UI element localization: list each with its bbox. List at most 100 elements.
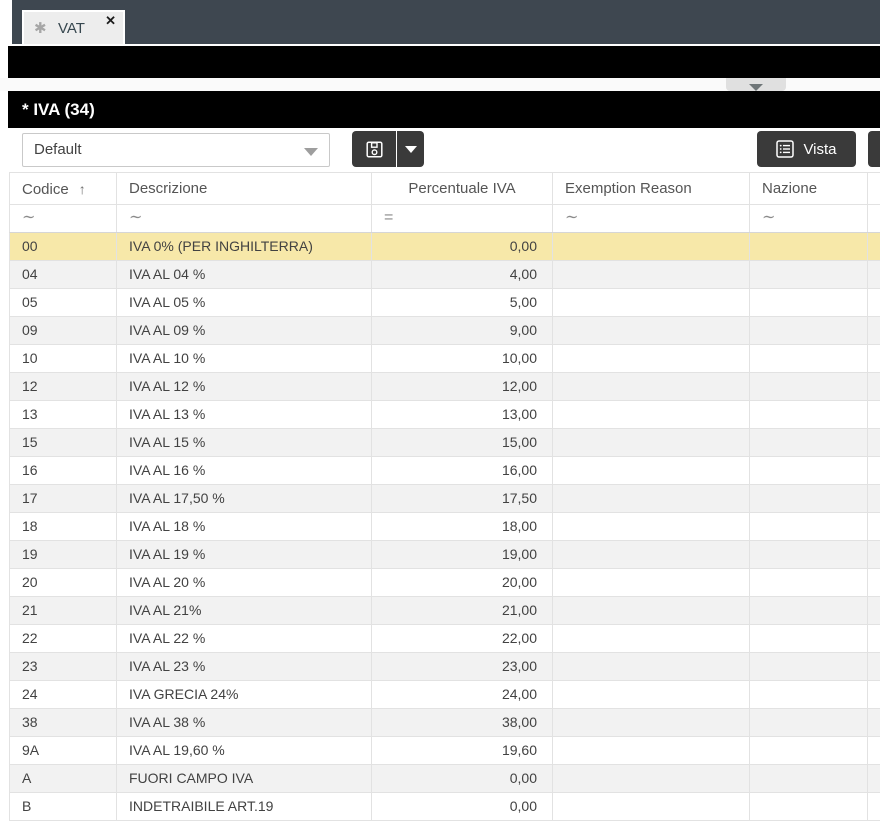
cell-percentuale-iva[interactable]: 24,00 (372, 681, 553, 708)
cell-nazione[interactable] (750, 401, 868, 428)
cell-exemption-reason[interactable] (553, 541, 750, 568)
table-row[interactable]: BINDETRAIBILE ART.190,00 (9, 793, 880, 821)
cell-descrizione[interactable]: INDETRAIBILE ART.19 (117, 793, 372, 820)
cell-descrizione[interactable]: IVA AL 21% (117, 597, 372, 624)
cell-exemption-reason[interactable] (553, 569, 750, 596)
view-selector[interactable]: Default (22, 133, 330, 167)
cell-exemption-reason[interactable] (553, 625, 750, 652)
cell-descrizione[interactable]: IVA AL 38 % (117, 709, 372, 736)
cell-exemption-reason[interactable] (553, 289, 750, 316)
cell-descrizione[interactable]: IVA AL 12 % (117, 373, 372, 400)
cell-exemption-reason[interactable] (553, 317, 750, 344)
cell-codice[interactable]: 24 (10, 681, 117, 708)
table-row[interactable]: 09IVA AL 09 %9,00 (9, 317, 880, 345)
cell-nazione[interactable] (750, 317, 868, 344)
cell-exemption-reason[interactable] (553, 793, 750, 820)
cell-percentuale-iva[interactable]: 38,00 (372, 709, 553, 736)
cell-codice[interactable]: A (10, 765, 117, 792)
cell-exemption-reason[interactable] (553, 345, 750, 372)
table-row[interactable]: 21IVA AL 21%21,00 (9, 597, 880, 625)
cell-descrizione[interactable]: IVA AL 20 % (117, 569, 372, 596)
cell-codice[interactable]: 05 (10, 289, 117, 316)
cell-percentuale-iva[interactable]: 5,00 (372, 289, 553, 316)
cell-descrizione[interactable]: IVA AL 19 % (117, 541, 372, 568)
cell-nazione[interactable] (750, 429, 868, 456)
cell-descrizione[interactable]: IVA AL 22 % (117, 625, 372, 652)
cell-codice[interactable]: 23 (10, 653, 117, 680)
cell-codice[interactable]: 18 (10, 513, 117, 540)
cell-codice[interactable]: 15 (10, 429, 117, 456)
table-row[interactable]: 20IVA AL 20 %20,00 (9, 569, 880, 597)
cell-nazione[interactable] (750, 681, 868, 708)
table-row[interactable]: 22IVA AL 22 %22,00 (9, 625, 880, 653)
next-toolbar-button[interactable] (868, 131, 880, 167)
cell-codice[interactable]: 00 (10, 233, 117, 260)
table-row[interactable]: 17IVA AL 17,50 %17,50 (9, 485, 880, 513)
cell-descrizione[interactable]: IVA AL 16 % (117, 457, 372, 484)
cell-nazione[interactable] (750, 793, 868, 820)
table-row[interactable]: 16IVA AL 16 %16,00 (9, 457, 880, 485)
cell-exemption-reason[interactable] (553, 737, 750, 764)
cell-descrizione[interactable]: IVA AL 17,50 % (117, 485, 372, 512)
cell-exemption-reason[interactable] (553, 373, 750, 400)
cell-nazione[interactable] (750, 373, 868, 400)
cell-percentuale-iva[interactable]: 13,00 (372, 401, 553, 428)
column-header-exemption-reason[interactable]: Exemption Reason (553, 173, 750, 204)
cell-percentuale-iva[interactable]: 9,00 (372, 317, 553, 344)
cell-descrizione[interactable]: IVA AL 23 % (117, 653, 372, 680)
cell-descrizione[interactable]: IVA AL 19,60 % (117, 737, 372, 764)
cell-descrizione[interactable]: IVA AL 13 % (117, 401, 372, 428)
cell-nazione[interactable] (750, 765, 868, 792)
cell-percentuale-iva[interactable]: 21,00 (372, 597, 553, 624)
cell-codice[interactable]: 19 (10, 541, 117, 568)
cell-exemption-reason[interactable] (553, 457, 750, 484)
cell-nazione[interactable] (750, 597, 868, 624)
cell-percentuale-iva[interactable]: 0,00 (372, 765, 553, 792)
filter-cell-4[interactable]: ∼ (553, 205, 750, 232)
save-view-menu-button[interactable] (397, 131, 424, 167)
tab-vat[interactable]: ✱ VAT ✕ (22, 10, 125, 44)
cell-percentuale-iva[interactable]: 23,00 (372, 653, 553, 680)
cell-percentuale-iva[interactable]: 4,00 (372, 261, 553, 288)
table-row[interactable]: 05IVA AL 05 %5,00 (9, 289, 880, 317)
column-header-percentuale-iva[interactable]: Percentuale IVA (372, 173, 553, 204)
column-header-descrizione[interactable]: Descrizione (117, 173, 372, 204)
cell-exemption-reason[interactable] (553, 597, 750, 624)
filter-cell-3[interactable]: = (372, 205, 553, 232)
cell-nazione[interactable] (750, 625, 868, 652)
cell-percentuale-iva[interactable]: 0,00 (372, 793, 553, 820)
cell-descrizione[interactable]: FUORI CAMPO IVA (117, 765, 372, 792)
table-row[interactable]: 24IVA GRECIA 24%24,00 (9, 681, 880, 709)
filter-cell-1[interactable]: ∼ (10, 205, 117, 232)
cell-nazione[interactable] (750, 653, 868, 680)
cell-nazione[interactable] (750, 289, 868, 316)
cell-nazione[interactable] (750, 485, 868, 512)
cell-codice[interactable]: 04 (10, 261, 117, 288)
cell-percentuale-iva[interactable]: 15,00 (372, 429, 553, 456)
table-row[interactable]: 38IVA AL 38 %38,00 (9, 709, 880, 737)
cell-exemption-reason[interactable] (553, 485, 750, 512)
table-row[interactable]: 19IVA AL 19 %19,00 (9, 541, 880, 569)
cell-descrizione[interactable]: IVA AL 10 % (117, 345, 372, 372)
cell-percentuale-iva[interactable]: 20,00 (372, 569, 553, 596)
cell-percentuale-iva[interactable]: 0,00 (372, 233, 553, 260)
cell-nazione[interactable] (750, 233, 868, 260)
vista-button[interactable]: Vista (757, 131, 856, 167)
table-row[interactable]: 15IVA AL 15 %15,00 (9, 429, 880, 457)
cell-exemption-reason[interactable] (553, 681, 750, 708)
cell-percentuale-iva[interactable]: 18,00 (372, 513, 553, 540)
filter-cell-2[interactable]: ∼ (117, 205, 372, 232)
cell-descrizione[interactable]: IVA AL 05 % (117, 289, 372, 316)
cell-codice[interactable]: 16 (10, 457, 117, 484)
cell-percentuale-iva[interactable]: 17,50 (372, 485, 553, 512)
cell-exemption-reason[interactable] (553, 233, 750, 260)
cell-exemption-reason[interactable] (553, 401, 750, 428)
cell-nazione[interactable] (750, 737, 868, 764)
table-row[interactable]: 00IVA 0% (PER INGHILTERRA)0,00 (9, 233, 880, 261)
filter-cell-5[interactable]: ∼ (750, 205, 868, 232)
cell-nazione[interactable] (750, 569, 868, 596)
cell-nazione[interactable] (750, 345, 868, 372)
table-row[interactable]: 13IVA AL 13 %13,00 (9, 401, 880, 429)
table-row[interactable]: 9AIVA AL 19,60 %19,60 (9, 737, 880, 765)
cell-percentuale-iva[interactable]: 19,00 (372, 541, 553, 568)
